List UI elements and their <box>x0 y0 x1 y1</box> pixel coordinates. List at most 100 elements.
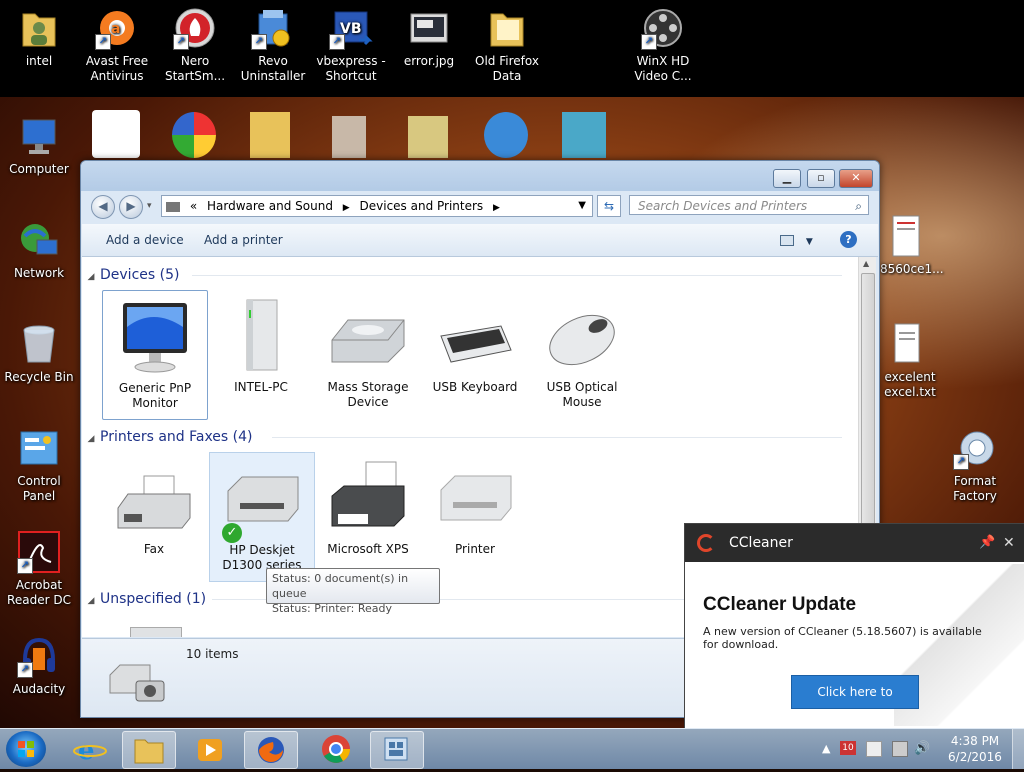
desktop-icon-format-factory[interactable]: ↗ Format Factory <box>936 426 1014 504</box>
add-printer-button[interactable]: Add a printer <box>204 224 283 256</box>
setup-partial-icon[interactable] <box>408 116 448 158</box>
add-device-button[interactable]: Add a device <box>106 224 184 256</box>
ccleaner-update-popup[interactable]: CCleaner 📌 ✕ CCleaner Update A new versi… <box>684 523 1024 731</box>
scroll-up-icon[interactable]: ▲ <box>863 259 869 268</box>
user-folder-icon <box>17 6 61 50</box>
sync-partial-icon[interactable] <box>484 112 528 158</box>
back-button[interactable]: ◀ <box>91 195 115 219</box>
desktop-icon-label: Acrobat Reader DC <box>7 578 71 607</box>
shortcut-arrow-icon: ↗ <box>251 34 267 50</box>
desktop-icon-network[interactable]: Network <box>0 218 78 281</box>
desktop-icon-revo[interactable]: ↗ Revo Uninstaller <box>234 6 312 84</box>
group-header-devices[interactable]: ◢ Devices (5) <box>82 265 842 285</box>
desktop-icon-error-jpg[interactable]: error.jpg <box>390 6 468 69</box>
picasa-partial-icon[interactable] <box>172 112 216 158</box>
window-titlebar[interactable]: ▁ ▫ ✕ <box>81 161 879 191</box>
desktop-icon-audacity[interactable]: ↗ Audacity <box>0 634 78 697</box>
ccleaner-title: CCleaner Update <box>703 594 857 615</box>
device-usb-keyboard[interactable]: USB Keyboard <box>423 290 527 395</box>
help-icon[interactable]: ? <box>840 231 857 248</box>
breadcrumb-hardware-and-sound[interactable]: Hardware and Sound <box>207 199 333 213</box>
view-options-icon[interactable]: ▼ <box>780 224 813 256</box>
breadcrumb-devices-and-printers[interactable]: Devices and Printers <box>360 199 484 213</box>
start-button[interactable] <box>6 731 46 767</box>
device-generic-pnp-monitor[interactable]: Generic PnP Monitor <box>102 290 208 420</box>
nero-icon: ↗ <box>173 6 217 50</box>
close-button[interactable]: ✕ <box>839 169 873 188</box>
address-dropdown-icon[interactable]: ▼ <box>578 196 586 216</box>
calendar-tray-icon[interactable]: 10 <box>840 741 856 755</box>
control-panel-icon <box>17 426 61 470</box>
minimize-button[interactable]: ▁ <box>773 169 801 188</box>
printer-generic[interactable]: Printer <box>423 452 527 557</box>
search-icon[interactable]: ⌕ <box>855 196 862 216</box>
printer-icon: ✓ <box>222 459 302 543</box>
collapse-arrow-icon[interactable]: ◢ <box>82 429 100 449</box>
shortcut-arrow-icon: ↗ <box>17 662 33 678</box>
device-label: Fax <box>143 542 165 556</box>
close-icon[interactable]: ✕ <box>1003 524 1015 562</box>
system-clock[interactable]: 4:38 PM 6/2/2016 <box>944 733 1006 765</box>
show-desktop-button[interactable] <box>1012 729 1024 769</box>
registry-partial-icon[interactable] <box>562 112 606 158</box>
desktop-icon-label: Revo Uninstaller <box>240 54 306 83</box>
printer-fax[interactable]: Fax <box>102 452 206 557</box>
show-hidden-icons-button[interactable]: ▲ <box>822 729 830 769</box>
desktop-icon-nero[interactable]: ↗ Nero StartSm... <box>156 6 234 84</box>
folder-partial-icon[interactable] <box>250 112 290 158</box>
refresh-button[interactable]: ⇆ <box>597 195 621 217</box>
shortcut-arrow-icon: ↗ <box>95 34 111 50</box>
printer-microsoft-xps[interactable]: Microsoft XPS Document Writer <box>316 452 420 557</box>
item-count: 10 items <box>186 647 239 661</box>
chrome-icon[interactable] <box>310 731 362 767</box>
recent-pages-dropdown[interactable]: ▾ <box>147 201 152 211</box>
group-header-printers[interactable]: ◢ Printers and Faxes (4) <box>82 427 842 447</box>
collapse-arrow-icon[interactable]: ◢ <box>82 267 100 287</box>
pc-tower-icon <box>221 296 301 376</box>
forward-button[interactable]: ▶ <box>119 195 143 219</box>
desktop-icon-avast[interactable]: a ↗ Avast Free Antivirus <box>78 6 156 84</box>
desktop-icon-intel[interactable]: intel <box>0 6 78 69</box>
search-placeholder: Search Devices and Printers <box>638 199 808 213</box>
desktop-icon-computer[interactable]: Computer <box>0 114 78 177</box>
breadcrumb-overflow[interactable]: « <box>190 199 197 213</box>
devices-printers-icon[interactable] <box>370 731 424 769</box>
address-bar[interactable]: « Hardware and Sound ▶ Devices and Print… <box>161 195 593 217</box>
desktop-icon-acrobat[interactable]: ↗ Acrobat Reader DC <box>0 530 78 608</box>
breadcrumb-separator-icon[interactable]: ▶ <box>493 203 500 213</box>
desktop-icon-recycle-bin[interactable]: Recycle Bin <box>0 322 78 385</box>
breadcrumb-separator-icon[interactable]: ▶ <box>343 203 350 213</box>
audacity-icon: ↗ <box>17 634 61 678</box>
revo-icon: ↗ <box>251 6 295 50</box>
file-explorer-icon[interactable] <box>122 731 176 769</box>
desktop-icon-label: error.jpg <box>403 54 455 68</box>
svg-text:e: e <box>78 736 95 766</box>
unspecified-device-icon[interactable] <box>130 627 182 637</box>
printer-hp-deskjet[interactable]: ✓ HP Deskjet D1300 series <box>209 452 315 582</box>
device-label: Printer <box>455 542 495 556</box>
volume-icon[interactable]: 🔊 <box>914 729 930 769</box>
desktop-icon-winx-hd[interactable]: ↗ WinX HD Video C... <box>624 6 702 84</box>
search-input[interactable]: Search Devices and Printers ⌕ <box>629 195 869 215</box>
maximize-button[interactable]: ▫ <box>807 169 835 188</box>
file-partial-icon[interactable] <box>332 116 366 158</box>
printer-status-tooltip: Status: 0 document(s) in queue Status: P… <box>266 568 440 615</box>
firefox-icon[interactable] <box>244 731 298 769</box>
desktop-icon-label: vbexpress - Shortcut <box>316 54 386 83</box>
device-intel-pc[interactable]: INTEL-PC <box>209 290 313 395</box>
device-mass-storage[interactable]: Mass Storage Device <box>316 290 420 410</box>
usb-device-tray-icon[interactable] <box>892 741 908 757</box>
desktop-icon-old-firefox-data[interactable]: Old Firefox Data <box>468 6 546 84</box>
device-usb-optical-mouse[interactable]: USB Optical Mouse <box>530 290 634 410</box>
collapse-arrow-icon[interactable]: ◢ <box>82 591 100 611</box>
action-center-flag-icon[interactable] <box>866 741 882 757</box>
pin-icon[interactable]: 📌 <box>979 524 995 562</box>
desktop-icon-vbexpress[interactable]: VB ↗ vbexpress - Shortcut <box>312 6 390 84</box>
media-player-icon[interactable] <box>184 731 236 767</box>
desktop-icon-label: WinX HD Video C... <box>634 54 692 83</box>
internet-explorer-icon[interactable]: e <box>64 731 116 767</box>
download-button[interactable]: Click here to download <box>791 675 919 731</box>
clock-time: 4:38 PM <box>950 734 1000 748</box>
desktop-icon-control-panel[interactable]: Control Panel <box>0 426 78 504</box>
avast-shortcut-partial-icon[interactable] <box>92 110 140 158</box>
